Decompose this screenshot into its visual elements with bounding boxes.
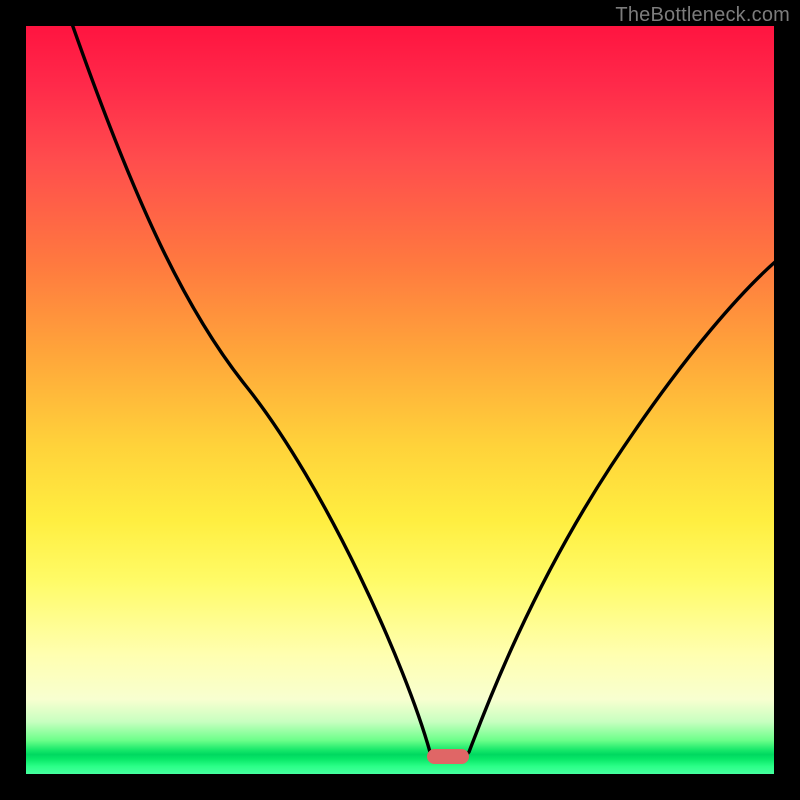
chart-plot-area: [26, 26, 774, 774]
bottleneck-curve-path: [71, 26, 774, 757]
bottleneck-curve: [26, 26, 774, 774]
optimum-marker: [427, 749, 469, 764]
chart-frame: TheBottleneck.com: [0, 0, 800, 800]
watermark-text: TheBottleneck.com: [615, 4, 790, 27]
